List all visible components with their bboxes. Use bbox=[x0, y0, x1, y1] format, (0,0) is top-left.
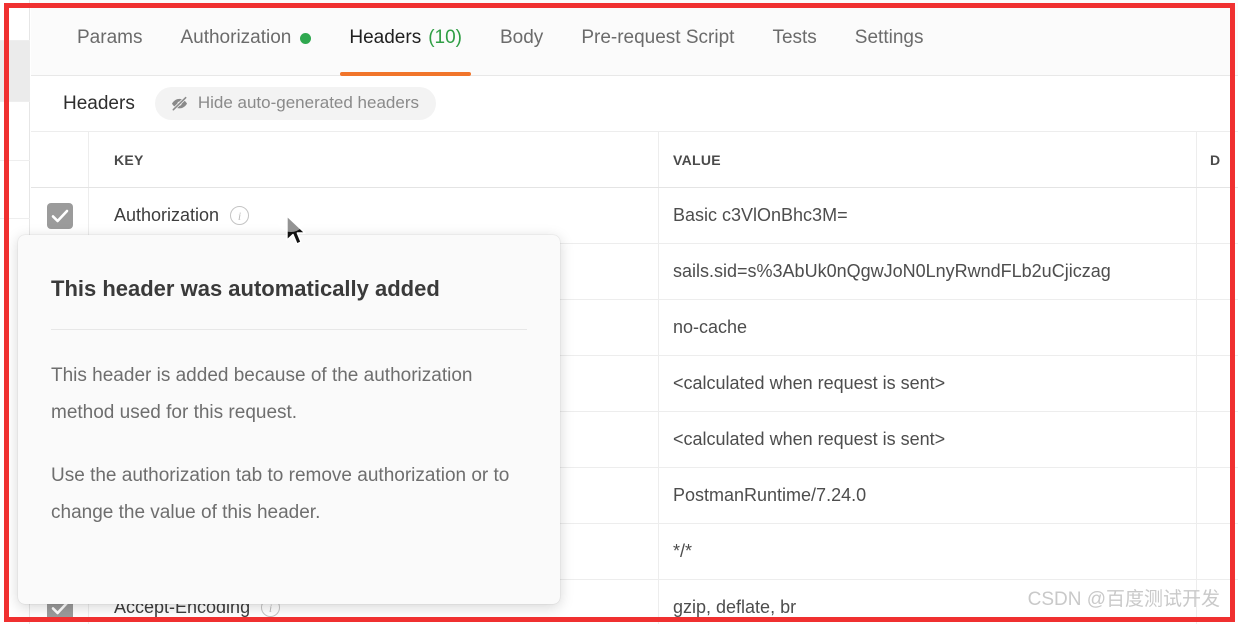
active-tab-underline bbox=[340, 72, 471, 76]
tab-params[interactable]: Params bbox=[58, 0, 161, 76]
column-header-key: KEY bbox=[114, 151, 144, 168]
tooltip-title: This header was automatically added bbox=[51, 235, 527, 330]
headers-count-badge: (10) bbox=[428, 27, 462, 48]
row-value-text: */* bbox=[673, 541, 693, 561]
tab-settings[interactable]: Settings bbox=[836, 0, 943, 76]
auth-status-dot-icon bbox=[300, 32, 312, 44]
row-value-text: Basic c3VlOnBhc3M= bbox=[673, 205, 848, 225]
row-value-text: PostmanRuntime/7.24.0 bbox=[673, 485, 867, 505]
tab-label: Tests bbox=[772, 27, 817, 48]
tab-body[interactable]: Body bbox=[481, 0, 562, 76]
row-description-cell[interactable] bbox=[1197, 524, 1238, 579]
tab-label: Headers bbox=[349, 27, 422, 48]
row-description-cell[interactable] bbox=[1197, 300, 1238, 355]
row-value-text: <calculated when request is sent> bbox=[673, 429, 946, 449]
row-value-text: <calculated when request is sent> bbox=[673, 373, 946, 393]
column-header-description: D bbox=[1210, 151, 1221, 168]
sidebar-divider bbox=[0, 160, 30, 161]
table-header-checkbox-cell bbox=[31, 132, 89, 187]
row-value-text: sails.sid=s%3AbUk0nQgwJoN0LnyRwndFLb2uCj… bbox=[673, 261, 1111, 281]
row-description-cell[interactable] bbox=[1197, 356, 1238, 411]
headers-subbar: Headers Hide auto-generated headers bbox=[31, 76, 1238, 132]
tab-label: Pre-request Script bbox=[581, 27, 735, 48]
row-value-cell[interactable]: no-cache bbox=[659, 300, 1197, 355]
row-key-text: Authorization bbox=[114, 205, 220, 225]
tooltip-body: This header is added because of the auth… bbox=[51, 330, 527, 531]
row-description-cell[interactable] bbox=[1197, 468, 1238, 523]
tab-label: Body bbox=[500, 27, 544, 48]
headers-section-title: Headers bbox=[63, 92, 135, 114]
tab-label: Params bbox=[77, 27, 143, 48]
auto-generated-header-tooltip: This header was automatically added This… bbox=[18, 235, 560, 604]
hide-auto-generated-headers-label: Hide auto-generated headers bbox=[197, 93, 419, 112]
tab-headers[interactable]: Headers (10) bbox=[330, 0, 481, 76]
row-description-cell[interactable] bbox=[1197, 412, 1238, 467]
row-value-cell[interactable]: <calculated when request is sent> bbox=[659, 412, 1197, 467]
request-tab-bar: Params Authorization Headers (10) Body P… bbox=[31, 0, 1238, 76]
tab-label: Settings bbox=[854, 27, 924, 48]
row-value-cell[interactable]: Basic c3VlOnBhc3M= bbox=[659, 188, 1197, 243]
row-value-cell[interactable]: sails.sid=s%3AbUk0nQgwJoN0LnyRwndFLb2uCj… bbox=[659, 244, 1197, 299]
column-header-value: VALUE bbox=[673, 151, 721, 168]
sidebar-active-item[interactable] bbox=[0, 41, 30, 101]
sidebar-divider bbox=[0, 218, 30, 219]
row-value-cell[interactable]: PostmanRuntime/7.24.0 bbox=[659, 468, 1197, 523]
sidebar-divider bbox=[0, 101, 30, 102]
row-value-cell[interactable]: <calculated when request is sent> bbox=[659, 356, 1197, 411]
row-value-text: gzip, deflate, br bbox=[673, 597, 797, 617]
postman-request-headers-screen: Params Authorization Headers (10) Body P… bbox=[0, 0, 1238, 624]
tab-tests[interactable]: Tests bbox=[753, 0, 835, 76]
row-value-text: no-cache bbox=[673, 317, 748, 337]
tab-pre-request-script[interactable]: Pre-request Script bbox=[562, 0, 753, 76]
hide-auto-generated-headers-button[interactable]: Hide auto-generated headers bbox=[154, 87, 436, 120]
row-description-cell[interactable] bbox=[1197, 244, 1238, 299]
row-checkbox[interactable] bbox=[46, 202, 73, 229]
info-icon[interactable]: i bbox=[230, 206, 250, 225]
csdn-watermark: CSDN @百度测试开发 bbox=[1027, 589, 1220, 610]
row-description-cell[interactable] bbox=[1197, 188, 1238, 243]
table-header-row: KEY VALUE D bbox=[31, 132, 1238, 188]
tooltip-paragraph-1: This header is added because of the auth… bbox=[51, 365, 473, 424]
row-value-cell[interactable]: */* bbox=[659, 524, 1197, 579]
eye-slash-icon bbox=[170, 94, 189, 113]
tooltip-paragraph-2: Use the authorization tab to remove auth… bbox=[51, 465, 510, 524]
tab-label: Authorization bbox=[180, 27, 292, 48]
tab-authorization[interactable]: Authorization bbox=[161, 0, 330, 76]
